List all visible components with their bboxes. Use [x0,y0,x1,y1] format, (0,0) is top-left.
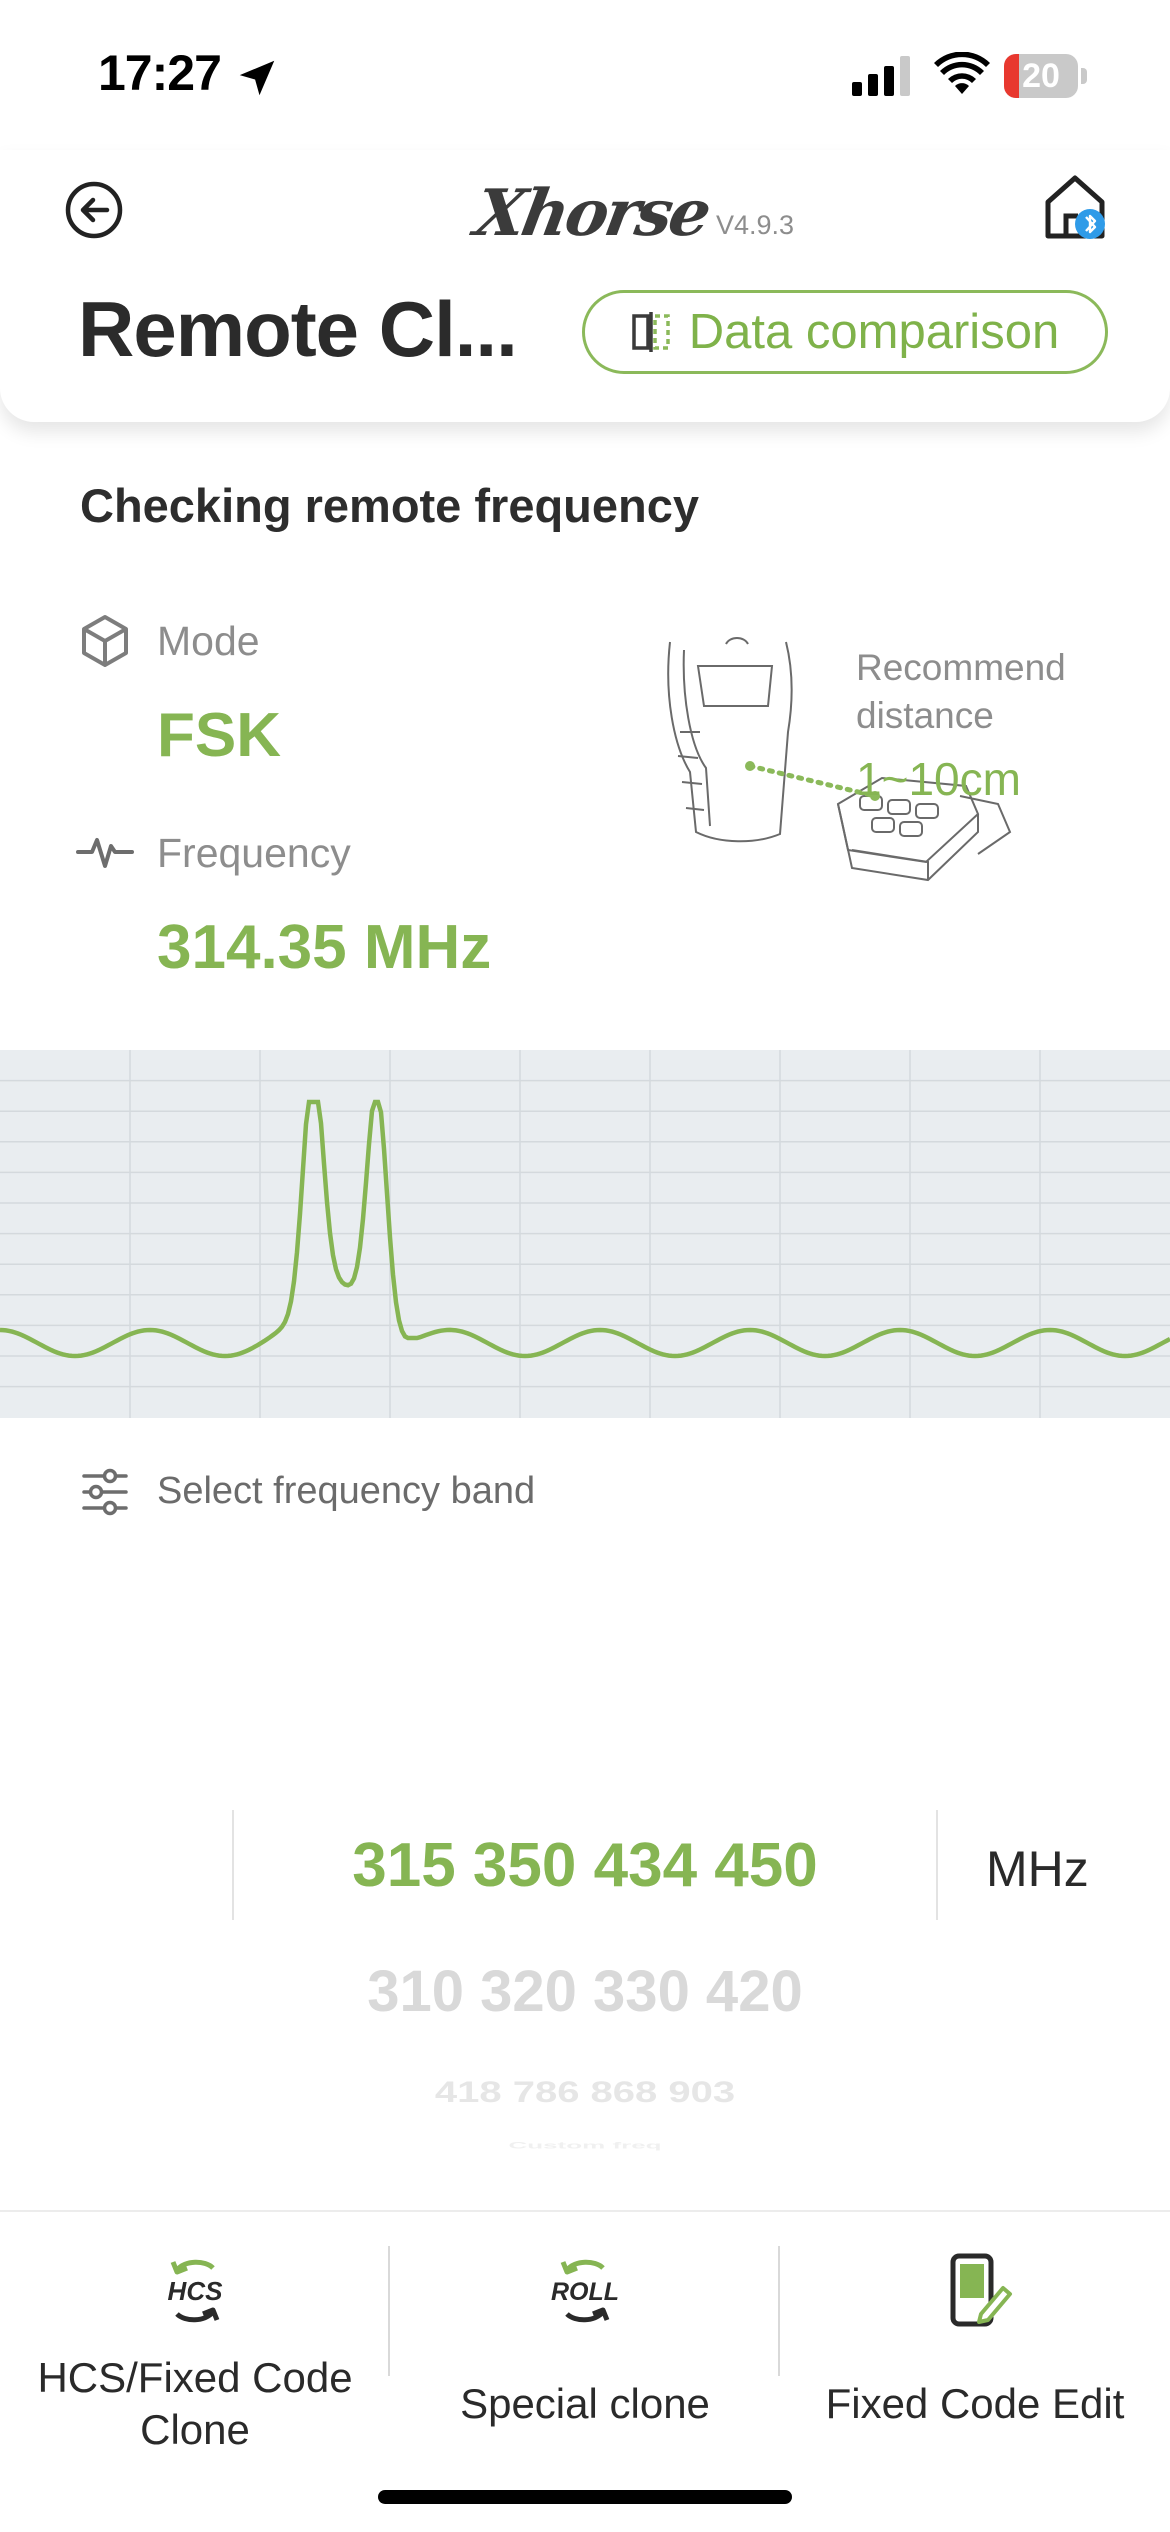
home-bluetooth-icon[interactable] [1042,172,1108,242]
back-arrow-icon[interactable] [64,180,124,240]
location-arrow-icon [239,60,275,96]
header: Xhorse V4.9.3 Remote Cl... Data comparis… [0,150,1170,422]
data-comparison-button[interactable]: Data comparison [582,290,1108,374]
picker-selected-option[interactable]: 315 350 434 450 [234,1830,936,1901]
home-indicator [378,2490,792,2504]
roll-icon: ROLL [551,2259,619,2323]
data-comparison-label: Data comparison [688,305,1060,359]
page-title: Remote Cl... [78,285,518,373]
svg-text:ROLL: ROLL [551,2278,619,2306]
cube-icon [82,615,128,667]
cellular-signal-icon [852,56,910,96]
mode-label: Mode [157,618,260,664]
tab-hcs-fixed-code-clone[interactable]: HCS HCS/Fixed Code Clone [0,2252,390,2472]
tab-fixed-code-edit[interactable]: Fixed Code Edit [780,2252,1170,2472]
bottom-tab-bar: HCS HCS/Fixed Code Clone ROLL Special cl… [0,2210,1170,2532]
recommend-distance-label: Recommend distance [856,647,1066,736]
picker-option[interactable]: 418 786 868 903 [234,2076,936,2110]
hcs-icon: HCS [168,2259,224,2323]
frequency-waveform-chart [0,1050,1170,1418]
compare-icon [632,312,670,352]
svg-text:HCS: HCS [168,2276,224,2306]
app-version: V4.9.3 [716,210,795,240]
wifi-icon [934,52,990,94]
frequency-value: 314.35 MHz [157,913,492,982]
frequency-label: Frequency [157,830,351,876]
section-title: Checking remote frequency [80,479,700,532]
pulse-icon [76,838,134,868]
battery-indicator: 20 [1004,54,1088,98]
frequency-unit: MHz [986,1841,1089,1897]
recommend-distance-value: 1~10cm [856,753,1021,805]
tab-label: HCS/Fixed Code Clone [37,2354,353,2453]
tab-label: Fixed Code Edit [825,2380,1125,2427]
picker-option[interactable]: 310 320 330 420 [234,1958,936,2025]
edit-phone-icon [950,2253,1012,2327]
frequency-band-picker[interactable]: 315 350 434 450 310 320 330 420 418 786 … [0,1790,1170,2151]
select-frequency-band-label: Select frequency band [157,1470,536,1512]
status-bar: 17:27 20 [0,0,1170,150]
tab-special-clone[interactable]: ROLL Special clone [390,2252,780,2472]
mode-value: FSK [157,701,281,770]
battery-level: 20 [1022,57,1060,95]
picker-option[interactable]: Custom freq [234,2140,936,2151]
picker-divider [936,1810,938,1920]
status-time: 17:27 [98,45,222,101]
xhorse-logo: Xhorse [469,176,714,251]
waveform-line [0,1099,1170,1359]
sliders-icon [82,1468,128,1516]
tab-label: Special clone [460,2380,710,2427]
